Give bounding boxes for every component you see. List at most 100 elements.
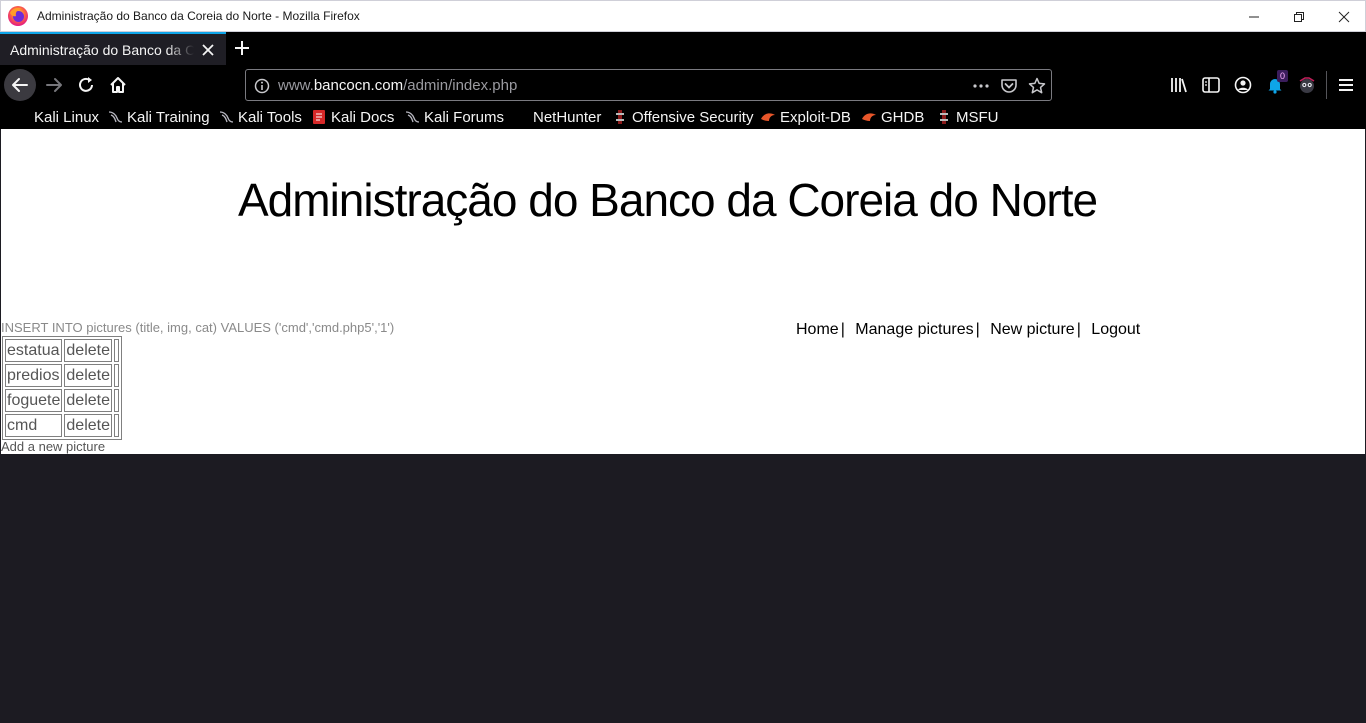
account-icon[interactable] bbox=[1233, 75, 1253, 95]
kali-dragon-icon bbox=[219, 111, 234, 123]
sidebar-icon[interactable] bbox=[1201, 75, 1221, 95]
table-row: foguete delete bbox=[5, 389, 119, 412]
sql-query-message: INSERT INTO pictures (title, img, cat) V… bbox=[1, 320, 395, 335]
exploitdb-icon bbox=[862, 113, 876, 121]
bookmarks-toolbar: Kali Linux Kali Training Kali Tools Kali… bbox=[0, 105, 1366, 129]
picture-title-cell: predios bbox=[5, 364, 63, 387]
bookmark-kali-training[interactable]: Kali Training bbox=[107, 107, 210, 127]
tab-strip: Administração do Banco da Coreia do Nort… bbox=[0, 32, 1366, 65]
arrow-right-icon bbox=[46, 78, 62, 92]
home-button[interactable] bbox=[102, 69, 134, 101]
toolbar-separator bbox=[1326, 71, 1327, 99]
arrow-left-icon bbox=[12, 78, 28, 92]
bookmark-kali-forums[interactable]: Kali Forums bbox=[404, 107, 504, 127]
url-text[interactable]: www.bancocn.com/admin/index.php bbox=[278, 77, 517, 94]
exploitdb-icon bbox=[761, 113, 775, 121]
site-info-icon[interactable] bbox=[254, 78, 270, 94]
tab-label: Administração do Banco da Coreia do Nort… bbox=[10, 42, 194, 58]
offsec-icon bbox=[940, 110, 948, 124]
bookmark-star-icon[interactable] bbox=[1028, 77, 1046, 95]
bookmark-label: Offensive Security bbox=[632, 108, 754, 126]
offsec-icon bbox=[616, 110, 624, 124]
bookmark-label: Kali Linux bbox=[34, 108, 100, 126]
bookmark-label: GHDB bbox=[881, 108, 925, 126]
nav-link-new-picture[interactable]: New picture bbox=[990, 321, 1074, 338]
delete-link[interactable]: delete bbox=[66, 417, 110, 434]
bookmark-exploit-db[interactable]: Exploit-DB bbox=[760, 107, 851, 127]
navigation-toolbar: www.bancocn.com/admin/index.php 0 bbox=[0, 65, 1366, 105]
window-title: Administração do Banco da Coreia do Nort… bbox=[37, 9, 360, 23]
nethunter-icon bbox=[513, 109, 529, 125]
delete-cell: delete bbox=[64, 389, 112, 412]
nav-link-manage-pictures[interactable]: Manage pictures bbox=[855, 321, 973, 338]
address-bar[interactable]: www.bancocn.com/admin/index.php bbox=[245, 69, 1052, 101]
restore-icon bbox=[1294, 12, 1304, 22]
nav-link-home[interactable]: Home bbox=[796, 321, 839, 338]
delete-link[interactable]: delete bbox=[66, 367, 110, 384]
page-content: Administração do Banco da Coreia do Nort… bbox=[1, 129, 1365, 454]
bookmark-kali-linux[interactable]: Kali Linux bbox=[14, 107, 99, 127]
bookmark-kali-tools[interactable]: Kali Tools bbox=[218, 107, 302, 127]
downloads-button[interactable]: 0 bbox=[1265, 70, 1288, 97]
reload-icon bbox=[79, 77, 93, 92]
bookmark-label: Kali Training bbox=[127, 108, 210, 126]
nav-separator: | bbox=[975, 321, 980, 338]
window-titlebar: Administração do Banco da Coreia do Nort… bbox=[0, 0, 1366, 32]
bookmark-label: Kali Docs bbox=[331, 108, 395, 126]
tab-close-icon[interactable] bbox=[200, 42, 216, 58]
bookmark-label: MSFU bbox=[956, 108, 999, 126]
new-tab-icon[interactable] bbox=[232, 38, 252, 58]
empty-cell bbox=[113, 364, 119, 387]
library-icon[interactable] bbox=[1169, 75, 1189, 95]
nav-link-logout[interactable]: Logout bbox=[1091, 321, 1140, 338]
pictures-table: estatua delete predios delete foguete de… bbox=[2, 336, 122, 440]
picture-title-cell: cmd bbox=[5, 414, 63, 437]
url-domain: bancocn.com bbox=[313, 77, 404, 94]
page-title: Administração do Banco da Coreia do Nort… bbox=[238, 174, 1098, 226]
hamburger-menu-icon[interactable] bbox=[1336, 75, 1356, 95]
table-row: estatua delete bbox=[5, 339, 119, 362]
add-picture-link[interactable]: Add a new picture bbox=[1, 439, 105, 454]
bookmark-label: NetHunter bbox=[533, 108, 602, 126]
bookmark-kali-docs[interactable]: Kali Docs bbox=[311, 107, 394, 127]
reload-button[interactable] bbox=[70, 69, 102, 101]
bookmark-offensive-security[interactable]: Offensive Security bbox=[612, 107, 753, 127]
bookmark-ghdb[interactable]: GHDB bbox=[861, 107, 924, 127]
bookmark-nethunter[interactable]: NetHunter bbox=[513, 107, 601, 127]
kali-dragon-icon bbox=[405, 111, 420, 123]
picture-title-cell: estatua bbox=[5, 339, 63, 362]
forward-button[interactable] bbox=[38, 69, 70, 101]
delete-cell: delete bbox=[64, 414, 112, 437]
table-row: cmd delete bbox=[5, 414, 119, 437]
minimize-icon bbox=[1249, 16, 1259, 18]
picture-title-cell: foguete bbox=[5, 389, 63, 412]
home-icon bbox=[110, 77, 126, 93]
kali-dragon-icon bbox=[108, 111, 123, 123]
empty-cell bbox=[113, 414, 119, 437]
close-window-button[interactable] bbox=[1321, 5, 1366, 29]
delete-link[interactable]: delete bbox=[66, 392, 110, 409]
back-button[interactable] bbox=[4, 69, 36, 101]
extension-icon[interactable] bbox=[1297, 75, 1317, 95]
firefox-logo-icon bbox=[8, 6, 28, 26]
empty-cell bbox=[113, 339, 119, 362]
nav-separator: | bbox=[1076, 321, 1081, 338]
kali-docs-icon bbox=[313, 110, 325, 124]
downloads-badge: 0 bbox=[1277, 70, 1288, 82]
page-actions-icon[interactable] bbox=[972, 77, 990, 95]
close-icon bbox=[1338, 11, 1350, 23]
nav-separator: | bbox=[840, 321, 845, 338]
bookmark-label: Kali Forums bbox=[424, 108, 505, 126]
kali-icon bbox=[14, 109, 30, 125]
delete-link[interactable]: delete bbox=[66, 342, 110, 359]
pocket-icon[interactable] bbox=[1000, 77, 1018, 95]
tab-active[interactable]: Administração do Banco da Coreia do Nort… bbox=[0, 32, 226, 65]
restore-button[interactable] bbox=[1276, 5, 1322, 29]
table-row: predios delete bbox=[5, 364, 119, 387]
admin-nav: Home | Manage pictures | New picture | Logo… bbox=[796, 321, 1140, 339]
minimize-button[interactable] bbox=[1231, 5, 1277, 29]
bookmark-label: Kali Tools bbox=[238, 108, 302, 126]
url-path: /admin/index.php bbox=[403, 77, 518, 94]
delete-cell: delete bbox=[64, 364, 112, 387]
bookmark-msfu[interactable]: MSFU bbox=[936, 107, 999, 127]
